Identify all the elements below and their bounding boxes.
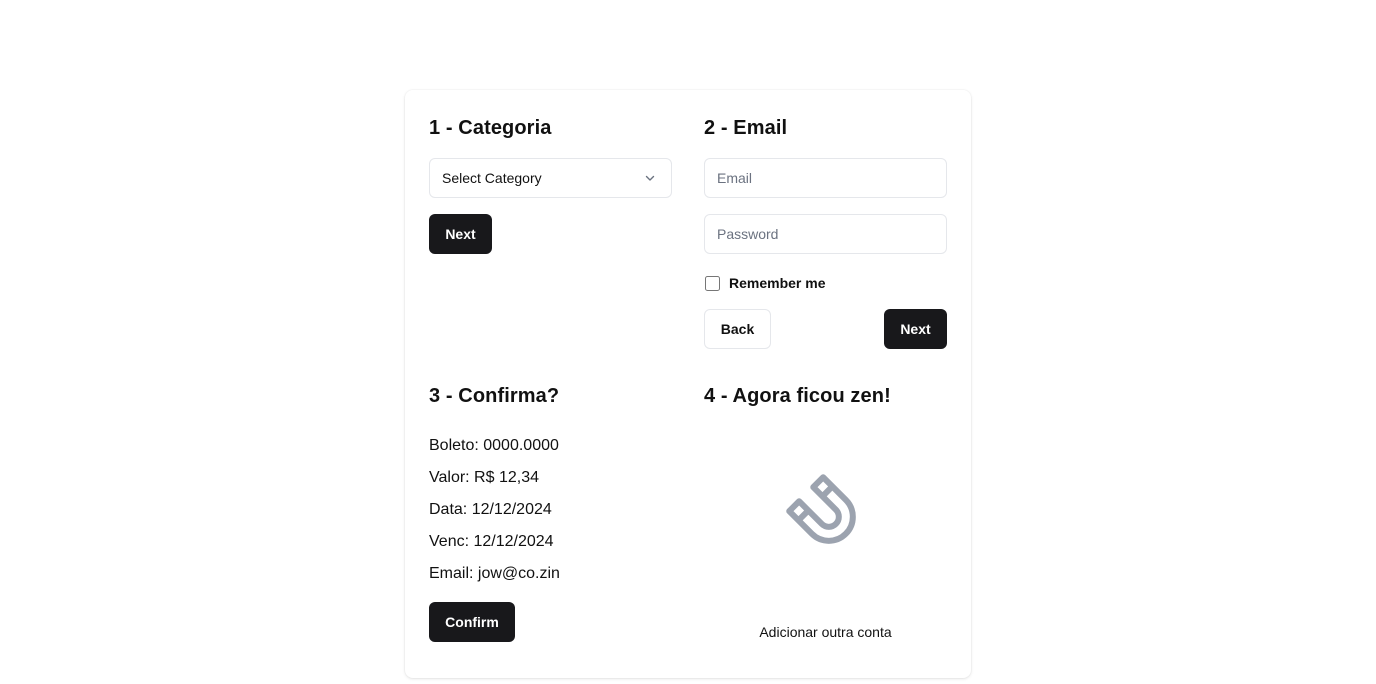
add-account-link[interactable]: Adicionar outra conta: [704, 624, 947, 640]
step-done-title: 4 - Agora ficou zen!: [704, 385, 891, 407]
email-line: Email: jow@co.zin: [429, 565, 560, 582]
step-confirm-title: 3 - Confirma?: [429, 385, 560, 407]
password-field[interactable]: [704, 214, 947, 254]
step-done: 4 - Agora ficou zen! Adicionar outra con…: [704, 384, 947, 664]
wizard-card: 1 - Categoria Select Category Next 2 - E…: [405, 90, 971, 678]
category-select[interactable]: Select Category: [429, 158, 672, 198]
email-field[interactable]: [704, 158, 947, 198]
category-select-value: Select Category: [442, 170, 542, 186]
confirm-button[interactable]: Confirm: [429, 602, 515, 642]
email-next-button[interactable]: Next: [884, 309, 947, 349]
email-button-row: Back Next: [704, 309, 947, 349]
data-line: Data: 12/12/2024: [429, 501, 552, 518]
step-category-title: 1 - Categoria: [429, 117, 552, 139]
remember-me-checkbox[interactable]: [705, 275, 720, 291]
step-category: 1 - Categoria Select Category Next: [429, 116, 672, 254]
valor-line: Valor: R$ 12,34: [429, 469, 539, 486]
magnet-icon: [786, 474, 856, 544]
step-email: 2 - Email Remember me Back Next: [704, 116, 947, 349]
remember-me-label[interactable]: Remember me: [729, 275, 826, 291]
back-button[interactable]: Back: [704, 309, 771, 349]
step-confirm: 3 - Confirma? Boleto: 0000.0000 Valor: R…: [429, 384, 672, 642]
remember-me-row: Remember me: [704, 273, 947, 293]
venc-line: Venc: 12/12/2024: [429, 533, 554, 550]
confirm-details: Boleto: 0000.0000 Valor: R$ 12,34 Data: …: [429, 430, 672, 590]
category-next-button[interactable]: Next: [429, 214, 492, 254]
boleto-line: Boleto: 0000.0000: [429, 437, 559, 454]
step-email-title: 2 - Email: [704, 117, 788, 139]
chevron-down-icon: [645, 175, 655, 181]
